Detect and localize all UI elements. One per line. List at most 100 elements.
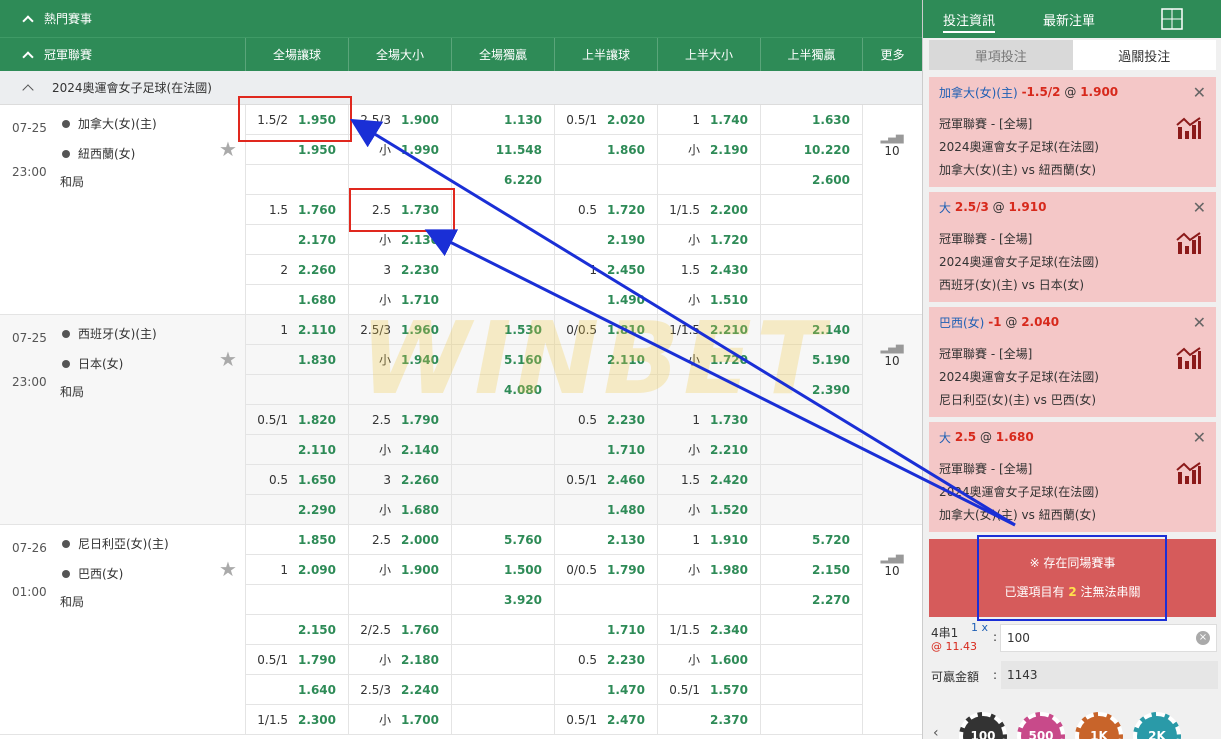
odds-cell[interactable]: 1 2.450 (554, 255, 657, 285)
chip-2K[interactable]: 2K (1133, 712, 1181, 739)
tab-latest-bets[interactable]: 最新注單 (1043, 10, 1095, 29)
tab-bet-info[interactable]: 投注資訊 (943, 10, 996, 33)
odds-cell[interactable]: 6.220 (451, 165, 554, 195)
more-bets[interactable]: ▂▄▆ 10 (862, 343, 922, 368)
odds-cell[interactable]: 0.5/1 1.570 (657, 675, 760, 705)
favorite-star-icon[interactable]: ★ (219, 557, 237, 581)
chip-1K[interactable]: 1K (1075, 712, 1123, 739)
odds-cell[interactable]: 5.720 (760, 525, 862, 555)
odds-cell[interactable]: 0.5/1 1.790 (245, 645, 348, 675)
clear-icon[interactable]: × (1196, 631, 1210, 645)
odds-cell[interactable]: 0.5/1 2.460 (554, 465, 657, 495)
odds-cell[interactable]: 1/1.5 2.200 (657, 195, 760, 225)
odds-cell[interactable]: 小 1.900 (348, 555, 451, 585)
more-bets[interactable]: ▂▄▆ 10 (862, 553, 922, 578)
home-team[interactable]: 西班牙(女)(主) (62, 325, 157, 342)
odds-cell[interactable]: 1.710 (554, 435, 657, 465)
odds-cell[interactable]: 2.150 (245, 615, 348, 645)
odds-cell[interactable]: 1.830 (245, 345, 348, 375)
trend-chart-icon[interactable] (1176, 462, 1202, 484)
odds-cell[interactable]: 0.5 2.230 (554, 645, 657, 675)
odds-cell[interactable]: 小 1.680 (348, 495, 451, 525)
odds-cell[interactable]: 1.470 (554, 675, 657, 705)
odds-cell[interactable]: 小 1.980 (657, 555, 760, 585)
odds-cell[interactable]: 0.5/1 2.020 (554, 105, 657, 135)
tab-single-bet[interactable]: 單項投注 (929, 40, 1073, 70)
chevron-left-icon[interactable]: ‹ (933, 725, 939, 739)
odds-cell[interactable]: 小 1.600 (657, 645, 760, 675)
league-collapse-icon[interactable] (22, 83, 34, 96)
odds-cell[interactable]: 小 2.140 (348, 435, 451, 465)
odds-cell[interactable]: 小 1.990 (348, 135, 451, 165)
odds-cell[interactable]: 2.290 (245, 495, 348, 525)
odds-cell[interactable]: 10.220 (760, 135, 862, 165)
away-team[interactable]: 巴西(女) (62, 565, 123, 582)
odds-cell[interactable]: 1.5 2.420 (657, 465, 760, 495)
odds-cell[interactable]: 小 1.520 (657, 495, 760, 525)
odds-cell[interactable]: 0.5 1.650 (245, 465, 348, 495)
away-team[interactable]: 日本(女) (62, 355, 123, 372)
trend-chart-icon[interactable] (1176, 117, 1202, 139)
collapse-icon[interactable] (22, 14, 34, 27)
odds-cell[interactable]: 1.130 (451, 105, 554, 135)
odds-cell[interactable]: 1.500 (451, 555, 554, 585)
odds-cell[interactable]: 2 2.260 (245, 255, 348, 285)
odds-cell[interactable]: 2.5 2.000 (348, 525, 451, 555)
odds-cell[interactable]: 3.920 (451, 585, 554, 615)
league-header[interactable]: 2024奧運會女子足球(在法國) (0, 71, 922, 105)
close-icon[interactable]: ✕ (1193, 428, 1206, 447)
odds-cell[interactable]: 1/1.5 2.300 (245, 705, 348, 735)
odds-cell[interactable]: 2.190 (554, 225, 657, 255)
odds-cell[interactable]: 1/1.5 2.340 (657, 615, 760, 645)
odds-cell[interactable]: 1 2.090 (245, 555, 348, 585)
odds-cell[interactable]: 小 2.210 (657, 435, 760, 465)
odds-cell[interactable]: 2.150 (760, 555, 862, 585)
odds-cell[interactable]: 3 2.260 (348, 465, 451, 495)
odds-cell[interactable]: 3 2.230 (348, 255, 451, 285)
odds-cell[interactable]: 0.5 1.720 (554, 195, 657, 225)
odds-cell[interactable]: 1.5 2.430 (657, 255, 760, 285)
odds-cell[interactable]: 2.110 (245, 435, 348, 465)
odds-cell[interactable]: 小 2.180 (348, 645, 451, 675)
odds-cell[interactable]: 11.548 (451, 135, 554, 165)
close-icon[interactable]: ✕ (1193, 313, 1206, 332)
favorite-star-icon[interactable]: ★ (219, 347, 237, 371)
odds-cell[interactable]: 1.640 (245, 675, 348, 705)
odds-cell[interactable]: 0.5/1 1.820 (245, 405, 348, 435)
odds-cell[interactable]: 1.860 (554, 135, 657, 165)
odds-cell[interactable]: 1.710 (554, 615, 657, 645)
collapse-league-icon[interactable] (22, 50, 34, 63)
odds-cell[interactable]: 2/2.5 1.760 (348, 615, 451, 645)
trend-chart-icon[interactable] (1176, 232, 1202, 254)
close-icon[interactable]: ✕ (1193, 83, 1206, 102)
odds-cell[interactable]: 1.5 1.760 (245, 195, 348, 225)
odds-cell[interactable]: 1 1.740 (657, 105, 760, 135)
hot-events-bar[interactable]: 熱門賽事 (0, 0, 922, 38)
away-team[interactable]: 紐西蘭(女) (62, 145, 135, 162)
odds-cell[interactable]: 2.130 (554, 525, 657, 555)
chip-100[interactable]: 100 (959, 712, 1007, 739)
home-team[interactable]: 加拿大(女)(主) (62, 115, 157, 132)
tab-parlay-bet[interactable]: 過關投注 (1072, 40, 1216, 70)
favorite-star-icon[interactable]: ★ (219, 137, 237, 161)
odds-cell[interactable]: 5.760 (451, 525, 554, 555)
calculator-icon[interactable] (1161, 8, 1183, 30)
odds-cell[interactable]: 1 1.910 (657, 525, 760, 555)
home-team[interactable]: 尼日利亞(女)(主) (62, 535, 169, 552)
more-bets[interactable]: ▂▄▆ 10 (862, 133, 922, 158)
odds-cell[interactable]: 1.680 (245, 285, 348, 315)
odds-cell[interactable]: 1.850 (245, 525, 348, 555)
odds-cell[interactable]: 2.600 (760, 165, 862, 195)
chip-500[interactable]: 500 (1017, 712, 1065, 739)
trend-chart-icon[interactable] (1176, 347, 1202, 369)
odds-cell[interactable]: 2.370 (657, 705, 760, 735)
odds-cell[interactable]: 1.480 (554, 495, 657, 525)
odds-cell[interactable]: 小 1.720 (657, 225, 760, 255)
stake-input[interactable]: 100 × (1000, 624, 1217, 652)
close-icon[interactable]: ✕ (1193, 198, 1206, 217)
odds-cell[interactable]: 2.170 (245, 225, 348, 255)
odds-cell[interactable]: 2.270 (760, 585, 862, 615)
odds-cell[interactable]: 1.630 (760, 105, 862, 135)
odds-cell[interactable]: 0.5/1 2.470 (554, 705, 657, 735)
odds-cell[interactable]: 2.5/3 2.240 (348, 675, 451, 705)
